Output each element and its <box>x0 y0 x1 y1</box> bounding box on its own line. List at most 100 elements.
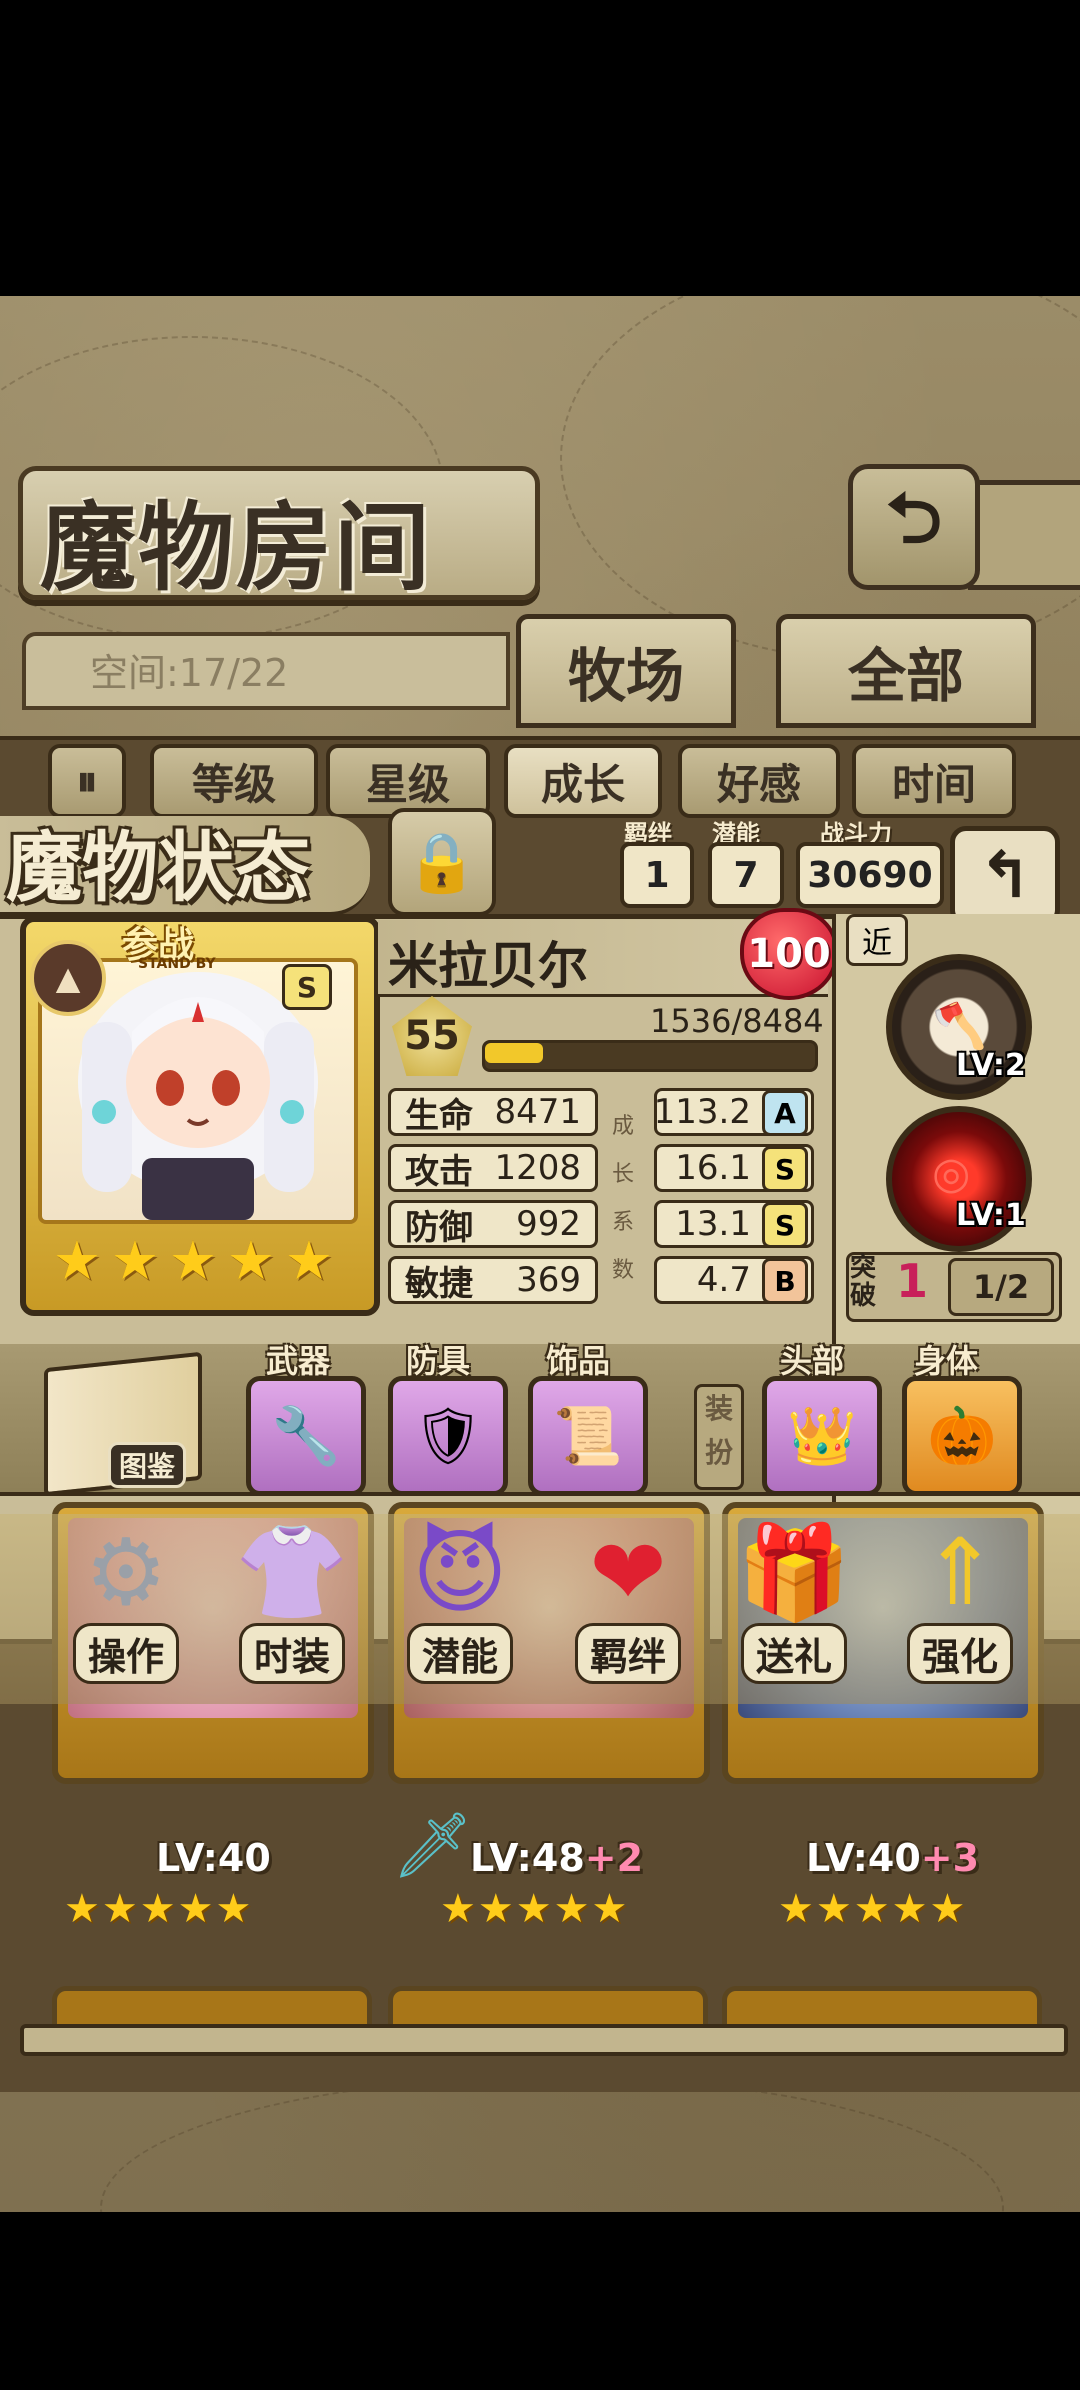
vortex-icon: ◎ <box>932 1148 971 1199</box>
potential-value: 7 <box>708 842 784 908</box>
action-bond-button[interactable]: ❤ 羁绊 <box>558 1519 698 1684</box>
star-icon: ★ <box>226 1228 276 1292</box>
range-tag: 近 <box>846 914 908 966</box>
space-counter: 空间:17/22 <box>90 651 289 695</box>
dress-label: 装扮 <box>694 1384 744 1490</box>
back-button[interactable]: ⮌ <box>848 464 980 590</box>
action-label: 羁绊 <box>574 1623 681 1684</box>
monster-card-partial[interactable] <box>388 1986 708 2025</box>
action-operate-button[interactable]: ⚙ 操作 <box>56 1519 196 1684</box>
card-stars: ★★★★★ <box>64 1886 254 1932</box>
accessory-slot[interactable]: 📜 <box>528 1376 648 1496</box>
hearts-icon: ❤ <box>589 1519 667 1626</box>
clothes-icon: 👚 <box>234 1519 350 1626</box>
growth-value: 113.2 <box>653 1092 751 1132</box>
page-title: 魔物房间 <box>40 491 432 604</box>
armor-slot[interactable]: 🛡 <box>388 1376 508 1496</box>
card-level: LV:48+2 <box>470 1836 643 1880</box>
shield-icon: 🛡 <box>412 1404 484 1469</box>
card-level: LV:40+3 <box>806 1836 979 1880</box>
stat-label: 防御 <box>405 1207 473 1248</box>
growth-label-char: 成 <box>612 1114 635 1139</box>
bond-value: 1 <box>620 842 694 908</box>
card-stars: ★★★★★ <box>440 1886 630 1932</box>
monster-card-partial[interactable] <box>722 1986 1042 2025</box>
stat-label: 生命 <box>405 1095 473 1136</box>
list-scroll-track[interactable] <box>20 2024 1068 2056</box>
head-slot[interactable]: 👑 <box>762 1376 882 1496</box>
grade-badge: B <box>762 1258 808 1304</box>
xp-text: 1536/8484 <box>650 1002 824 1040</box>
gear-icon: ⚙ <box>84 1519 168 1626</box>
card-level-plus: +3 <box>920 1836 980 1880</box>
card-level: LV:40 <box>156 1836 271 1880</box>
filter-star[interactable]: 星级 <box>326 744 490 818</box>
status-title: 魔物状态 <box>6 823 310 912</box>
grade-badge: S <box>762 1146 808 1192</box>
weapon-slot[interactable]: 🔧 <box>246 1376 366 1496</box>
back-button-extension <box>968 480 1080 590</box>
grade-badge: A <box>762 1090 808 1136</box>
card-level-text: LV:48 <box>470 1836 585 1880</box>
stat-label: 敏捷 <box>405 1263 473 1304</box>
action-fashion-button[interactable]: 👚 时装 <box>222 1519 362 1684</box>
body-slot[interactable]: 🎃 <box>902 1376 1022 1496</box>
affection-heart-icon: 100 <box>740 908 838 1000</box>
star-icon: ★ <box>168 1228 218 1292</box>
map-decoration <box>560 296 1080 660</box>
affection-value: 100 <box>747 931 831 977</box>
map-decoration <box>100 2076 1004 2212</box>
stat-agility: 敏捷 369 <box>388 1256 598 1304</box>
skill-1-level: LV:2 <box>956 1048 1026 1083</box>
card-level-text: LV:40 <box>806 1836 921 1880</box>
tab-all[interactable]: 全部 <box>776 614 1036 728</box>
stat-hp: 生命 8471 <box>388 1088 598 1136</box>
grade-badge: S <box>762 1202 808 1248</box>
breakthrough-label: 突破 <box>850 1253 877 1311</box>
star-rating: ★ ★ ★ ★ ★ <box>48 1228 338 1292</box>
codex-label: 图鉴 <box>108 1442 187 1488</box>
star-icon: ★ <box>110 1228 160 1292</box>
wrench-icon: 🔧 <box>271 1404 341 1469</box>
growth-label-char: 系 <box>612 1210 635 1235</box>
action-upgrade-button[interactable]: ⇑ 强化 <box>890 1519 1030 1684</box>
growth-label-char: 数 <box>612 1258 635 1283</box>
stat-attack: 攻击 1208 <box>388 1144 598 1192</box>
upgrade-arrows-icon: ⇑ <box>921 1519 999 1626</box>
growth-label-char: 长 <box>612 1162 635 1187</box>
stat-value: 1208 <box>494 1148 581 1188</box>
stat-value: 369 <box>516 1260 581 1300</box>
monster-card-partial[interactable] <box>52 1986 372 2025</box>
filter-label: 星级 <box>365 759 450 809</box>
xp-bar-fill <box>485 1043 543 1063</box>
tab-ranch[interactable]: 牧场 <box>516 614 736 728</box>
monster-name: 米拉贝尔 <box>388 937 588 995</box>
close-status-button[interactable]: ↰ <box>950 826 1060 926</box>
filter-label: 好感 <box>716 759 801 809</box>
filter-growth[interactable]: 成长 <box>504 744 662 818</box>
power-value: 30690 <box>796 842 944 908</box>
star-icon: ★ <box>284 1228 334 1292</box>
tab-label: 牧场 <box>567 642 684 710</box>
action-potential-button[interactable]: 😈 潜能 <box>390 1523 530 1684</box>
filter-time[interactable]: 时间 <box>852 744 1016 818</box>
breakthrough-progress: 1/2 <box>948 1258 1054 1316</box>
tablet-icon: 📜 <box>553 1404 623 1469</box>
stat-defense: 防御 992 <box>388 1200 598 1248</box>
card-level-plus: +2 <box>584 1836 644 1880</box>
filter-affection[interactable]: 好感 <box>678 744 840 818</box>
crown-icon: 👑 <box>787 1404 857 1469</box>
action-label: 强化 <box>906 1623 1013 1684</box>
lock-icon: 🔒 <box>405 827 479 896</box>
breakthrough-value: 1 <box>896 1254 929 1308</box>
action-gift-button[interactable]: 🎁 送礼 <box>724 1519 864 1684</box>
standby-sublabel: STAND BY <box>138 956 216 972</box>
filter-label: 等级 <box>191 759 276 809</box>
filter-label: 成长 <box>540 759 625 809</box>
return-arrow-icon: ↰ <box>978 839 1032 913</box>
lock-button[interactable]: 🔒 <box>388 808 496 916</box>
game-screen: 魔物房间 ⮌ 空间:17/22 牧场 全部 ⏸ 等级 星级 成长 好感 时间 魔… <box>0 296 1080 2212</box>
axe-icon: 🪓 <box>932 1001 987 1052</box>
gift-icon: 🎁 <box>736 1519 852 1626</box>
growth-value: 16.1 <box>675 1148 751 1188</box>
